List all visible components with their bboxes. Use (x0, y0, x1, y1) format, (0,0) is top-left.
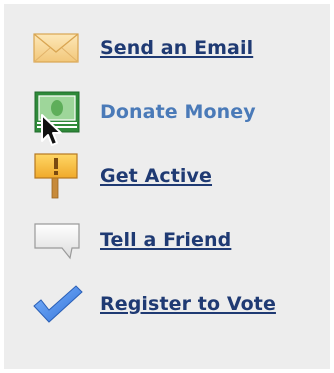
tell-friend-link[interactable]: Tell a Friend (32, 216, 322, 264)
register-vote-label: Register to Vote (100, 293, 276, 315)
send-email-link[interactable]: Send an Email (32, 24, 322, 72)
action-panel: Send an Email Donate Money Get Active Te… (4, 4, 330, 369)
signpost-icon (32, 152, 86, 200)
get-active-label: Get Active (100, 165, 213, 187)
donate-money-label: Donate Money (100, 101, 256, 123)
speech-bubble-icon (32, 216, 86, 264)
checkmark-icon (32, 280, 86, 328)
tell-friend-label: Tell a Friend (100, 229, 232, 251)
send-email-label: Send an Email (100, 37, 254, 59)
envelope-icon (32, 24, 86, 72)
money-icon (32, 88, 86, 136)
donate-money-link[interactable]: Donate Money (32, 88, 322, 136)
get-active-link[interactable]: Get Active (32, 152, 322, 200)
register-vote-link[interactable]: Register to Vote (32, 280, 322, 328)
